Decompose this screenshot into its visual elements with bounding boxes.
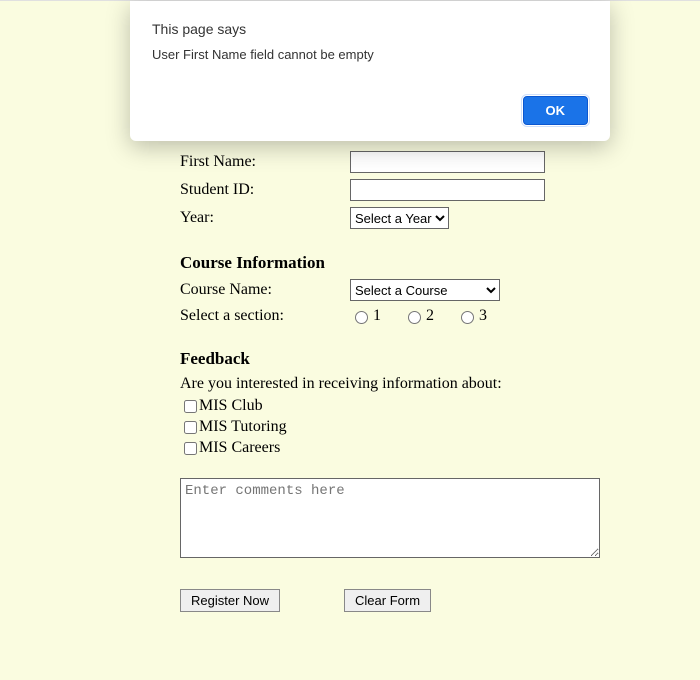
section-label: Select a section: [180,307,350,325]
section-option-3[interactable]: 3 [456,307,487,325]
year-select[interactable]: Select a Year [350,207,449,229]
section-radio-1[interactable] [355,311,368,324]
feedback-question: Are you interested in receiving informat… [180,375,640,393]
mis-club-label: MIS Club [199,397,263,414]
mis-careers-checkbox[interactable] [184,442,197,455]
first-name-label: First Name: [180,153,350,171]
section-label-3: 3 [479,307,487,325]
feedback-option-1: MIS Club [180,397,640,416]
register-button[interactable]: Register Now [180,589,280,612]
mis-tutoring-label: MIS Tutoring [199,418,287,435]
alert-title: This page says [152,21,588,37]
section-row: Select a section: 1 2 3 [180,307,640,325]
section-option-1[interactable]: 1 [350,307,381,325]
section-radio-3[interactable] [461,311,474,324]
comments-textarea[interactable] [180,478,600,558]
button-row: Register Now Clear Form [180,589,640,612]
alert-message: User First Name field cannot be empty [152,47,588,62]
feedback-option-2: MIS Tutoring [180,418,640,437]
feedback-option-3: MIS Careers [180,439,640,458]
section-label-1: 1 [373,307,381,325]
course-info-heading: Course Information [180,253,640,273]
student-id-input[interactable] [350,179,545,201]
alert-dialog: This page says User First Name field can… [130,1,610,141]
mis-club-checkbox[interactable] [184,400,197,413]
mis-careers-label: MIS Careers [199,439,280,456]
course-name-row: Course Name: Select a Course [180,279,640,301]
student-id-label: Student ID: [180,181,350,199]
year-row: Year: Select a Year [180,207,640,229]
section-option-2[interactable]: 2 [403,307,434,325]
section-radio-2[interactable] [408,311,421,324]
year-label: Year: [180,209,350,227]
feedback-heading: Feedback [180,349,640,369]
alert-ok-button[interactable]: OK [523,96,589,125]
alert-button-row: OK [152,96,588,125]
registration-form: First Name: Student ID: Year: Select a Y… [180,151,640,612]
mis-tutoring-checkbox[interactable] [184,421,197,434]
section-label-2: 2 [426,307,434,325]
course-name-select[interactable]: Select a Course [350,279,500,301]
first-name-row: First Name: [180,151,640,173]
first-name-input[interactable] [350,151,545,173]
section-options: 1 2 3 [350,307,487,325]
clear-button[interactable]: Clear Form [344,589,431,612]
course-name-label: Course Name: [180,281,350,299]
student-id-row: Student ID: [180,179,640,201]
